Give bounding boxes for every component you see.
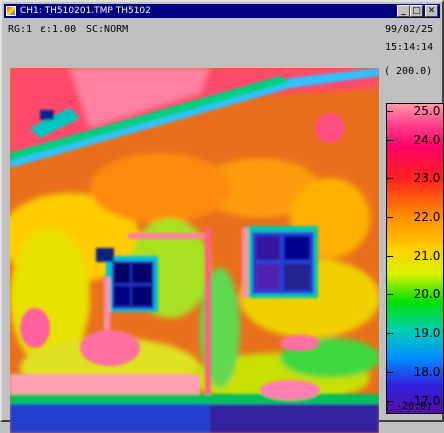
scale-tick-label: 19.0 (413, 326, 441, 340)
scale-tick: 21.0 (387, 249, 444, 263)
scale-tick-label: 23.0 (413, 171, 441, 185)
window-title: CH1: TH510201.TMP TH5102 (20, 6, 151, 16)
thermal-image-graphic (10, 68, 379, 433)
maximize-button[interactable]: □ (410, 5, 423, 17)
thermal-app-icon[interactable] (6, 6, 16, 16)
scale-tick: 20.0 (387, 287, 444, 301)
capture-date: 99/02/25 (385, 24, 434, 35)
scale-min-label: ( -20.0) (384, 401, 433, 412)
scale-tick-label: 22.0 (413, 210, 441, 224)
scale-tick-label: 21.0 (413, 249, 441, 263)
thermal-image[interactable] (10, 68, 379, 433)
emissivity-label: ε:1.00 (40, 24, 77, 35)
scale-tick-label: 24.0 (413, 133, 441, 147)
scale-max-label: ( 200.0) (384, 66, 433, 77)
scale-tick: 23.0 (387, 171, 444, 185)
scale-tick: 18.0 (387, 365, 444, 379)
close-button[interactable]: ✕ (425, 5, 438, 17)
minimize-button[interactable]: _ (397, 5, 410, 17)
client-area: RG:1 ε:1.00 SC:NORM 99/02/25 15:14:14 (… (4, 18, 444, 433)
scale-tick: 19.0 (387, 326, 444, 340)
scale-tick-label: 20.0 (413, 287, 441, 301)
scale-mode-label: SC:NORM (86, 24, 129, 35)
scale-tick-label: 18.0 (413, 365, 441, 379)
title-bar[interactable]: CH1: TH510201.TMP TH5102 _ □ ✕ (4, 4, 440, 18)
scale-tick: 24.0 (387, 133, 444, 147)
thermal-viewer-window: CH1: TH510201.TMP TH5102 _ □ ✕ RG:1 ε:1.… (0, 0, 444, 433)
temperature-color-bar: 25.0 24.0 23.0 22.0 21.0 20.0 19.0 18.0 … (386, 103, 444, 414)
scale-tick-label: 25.0 (413, 104, 441, 118)
range-label: RG:1 (8, 24, 33, 35)
scale-tick: 25.0 (387, 104, 444, 118)
scale-tick: 22.0 (387, 210, 444, 224)
capture-time: 15:14:14 (385, 42, 434, 53)
